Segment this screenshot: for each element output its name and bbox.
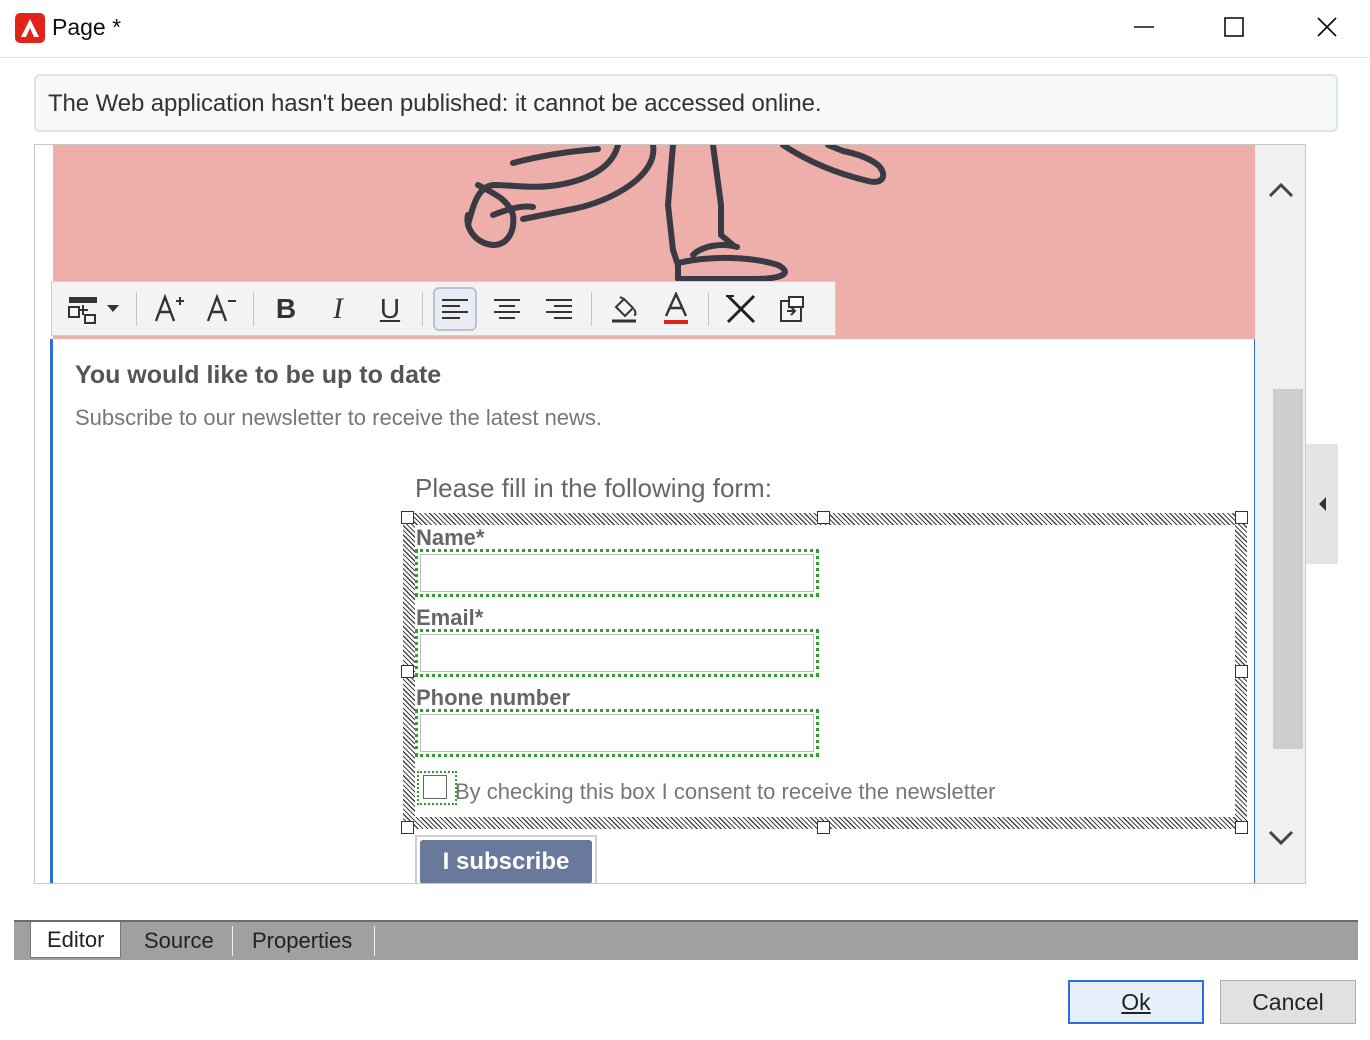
email-input[interactable] bbox=[420, 634, 814, 672]
form-intro-text: Please fill in the following form: bbox=[415, 473, 772, 503]
insert-object-button[interactable] bbox=[771, 287, 815, 331]
underline-button[interactable]: U bbox=[368, 287, 412, 331]
caret-left-icon bbox=[1319, 497, 1326, 511]
font-color-icon bbox=[664, 291, 688, 324]
remove-format-button[interactable] bbox=[719, 287, 763, 331]
subscribe-button-container: I subscribe bbox=[415, 835, 597, 883]
bold-icon: B bbox=[275, 292, 297, 324]
maximize-button[interactable] bbox=[1204, 6, 1264, 48]
align-right-icon bbox=[546, 298, 572, 319]
newsletter-heading: You would like to be up to date bbox=[75, 361, 442, 389]
increase-font-button[interactable] bbox=[147, 287, 191, 331]
close-icon bbox=[1317, 17, 1337, 37]
unpublished-warning-banner: The Web application hasn't been publishe… bbox=[34, 74, 1338, 132]
toolbar-separator bbox=[422, 291, 423, 326]
tab-properties[interactable]: Properties bbox=[236, 924, 368, 958]
font-color-button[interactable] bbox=[654, 287, 698, 331]
phone-field-container[interactable] bbox=[415, 709, 819, 757]
page-editor[interactable]: B I U You would like to be up to date Su… bbox=[34, 144, 1306, 884]
decrease-font-button[interactable] bbox=[199, 287, 243, 331]
tab-separator bbox=[232, 926, 233, 956]
resize-handle-top-left[interactable] bbox=[401, 511, 414, 524]
align-right-button[interactable] bbox=[537, 287, 581, 331]
resize-handle-middle-left[interactable] bbox=[401, 665, 414, 678]
scroll-down-button[interactable] bbox=[1255, 813, 1305, 863]
window-title: Page * bbox=[52, 14, 122, 40]
formatting-toolbar: B I U bbox=[51, 281, 836, 336]
email-field-label: Email* bbox=[416, 605, 484, 630]
toolbar-separator bbox=[253, 291, 254, 326]
phone-field-label: Phone number bbox=[416, 685, 571, 710]
name-input[interactable] bbox=[420, 554, 814, 592]
italic-icon: I bbox=[333, 291, 343, 325]
cancel-button[interactable]: Cancel bbox=[1220, 980, 1356, 1024]
ok-button[interactable]: Ok bbox=[1068, 980, 1204, 1024]
editor-canvas[interactable]: B I U You would like to be up to date Su… bbox=[35, 145, 1255, 883]
remove-format-icon bbox=[726, 294, 756, 323]
scrollbar-thumb[interactable] bbox=[1273, 389, 1303, 749]
resize-handle-top-right[interactable] bbox=[1235, 511, 1248, 524]
resize-handle-top-center[interactable] bbox=[817, 511, 830, 524]
name-field-label: Name* bbox=[416, 525, 485, 550]
tab-separator bbox=[374, 926, 375, 956]
resize-handle-middle-right[interactable] bbox=[1235, 665, 1248, 678]
chevron-down-icon bbox=[1268, 830, 1294, 846]
toolbar-separator bbox=[708, 291, 709, 326]
consent-checkbox[interactable] bbox=[423, 775, 447, 799]
cancel-button-label: Cancel bbox=[1252, 988, 1324, 1015]
ok-button-label: Ok bbox=[1121, 988, 1151, 1015]
chevron-up-icon bbox=[1268, 182, 1294, 198]
align-left-icon bbox=[442, 298, 468, 319]
insert-object-icon bbox=[780, 295, 804, 322]
underline-icon: U bbox=[379, 292, 401, 324]
resize-handle-bottom-center[interactable] bbox=[817, 821, 830, 834]
toolbar-separator bbox=[591, 291, 592, 326]
decrease-font-icon bbox=[206, 293, 236, 321]
side-panel-toggle[interactable] bbox=[1306, 444, 1338, 564]
italic-button[interactable]: I bbox=[316, 287, 360, 331]
minimize-button[interactable] bbox=[1114, 6, 1174, 48]
minimize-icon bbox=[1134, 26, 1154, 28]
newsletter-subheading: Subscribe to our newsletter to receive t… bbox=[75, 405, 603, 430]
maximize-icon bbox=[1224, 17, 1244, 37]
vertical-scrollbar[interactable] bbox=[1255, 145, 1305, 883]
tab-editor[interactable]: Editor bbox=[30, 922, 122, 958]
title-bar: Page * bbox=[0, 0, 1370, 58]
fill-color-icon bbox=[612, 295, 637, 322]
consent-label: By checking this box I consent to receiv… bbox=[455, 779, 996, 804]
resize-handle-bottom-right[interactable] bbox=[1235, 821, 1248, 834]
fill-color-button[interactable] bbox=[602, 287, 646, 331]
subscribe-button[interactable]: I subscribe bbox=[420, 840, 592, 883]
app-logo-icon bbox=[15, 13, 45, 43]
resize-handle-bottom-left[interactable] bbox=[401, 821, 414, 834]
align-left-button[interactable] bbox=[433, 286, 477, 331]
increase-font-icon bbox=[154, 293, 184, 321]
close-button[interactable] bbox=[1297, 6, 1357, 48]
name-field-container[interactable] bbox=[415, 549, 819, 597]
align-center-icon bbox=[494, 298, 520, 319]
align-center-button[interactable] bbox=[485, 287, 529, 331]
consent-checkbox-container[interactable] bbox=[417, 771, 457, 805]
editor-tabs: Editor Source Properties bbox=[14, 920, 1358, 960]
scroll-up-button[interactable] bbox=[1255, 165, 1305, 215]
bold-button[interactable]: B bbox=[264, 287, 308, 331]
toolbar-separator bbox=[136, 291, 137, 326]
insert-field-button[interactable] bbox=[66, 287, 126, 331]
insert-field-icon bbox=[68, 296, 119, 324]
tab-source[interactable]: Source bbox=[128, 924, 230, 958]
banner-message: The Web application hasn't been publishe… bbox=[48, 90, 822, 117]
email-field-container[interactable] bbox=[415, 629, 819, 677]
phone-input[interactable] bbox=[420, 714, 814, 752]
selection-border-left bbox=[50, 339, 53, 883]
